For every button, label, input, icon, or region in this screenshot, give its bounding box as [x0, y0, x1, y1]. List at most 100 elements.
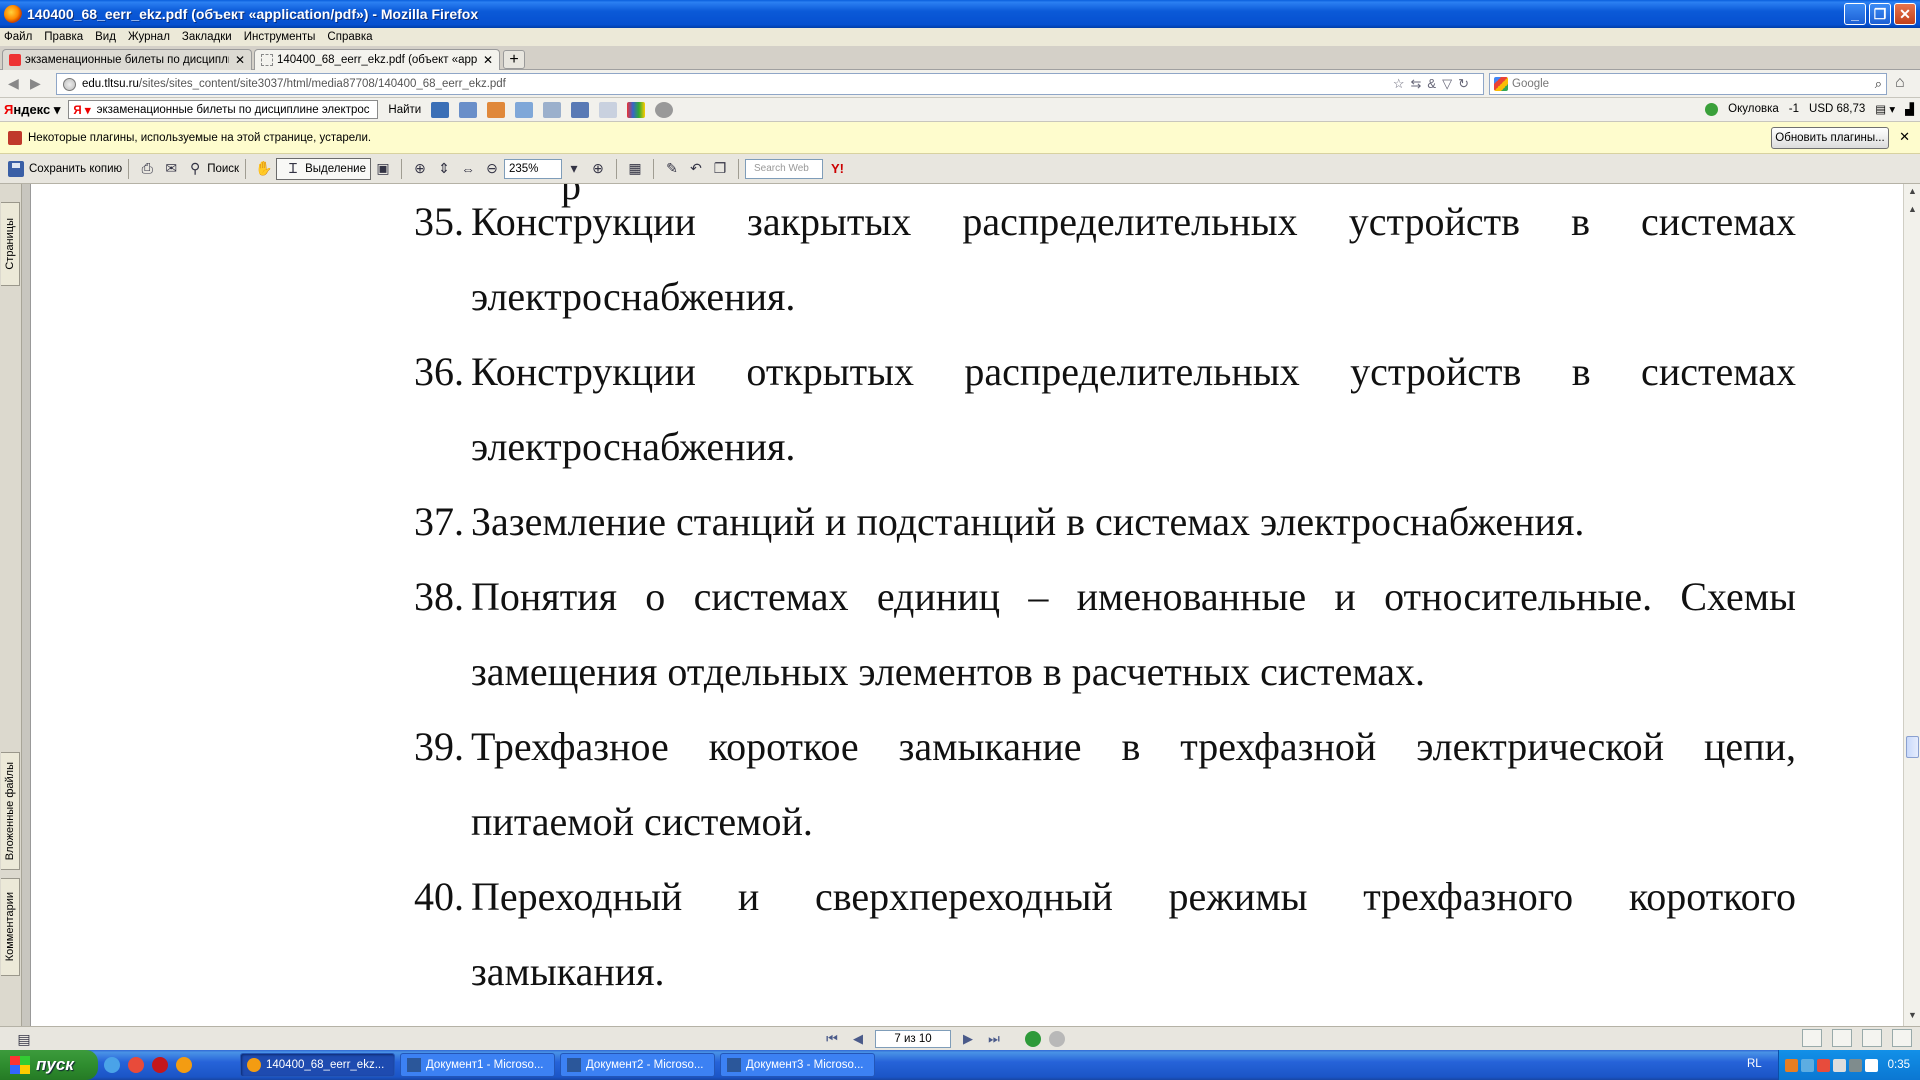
- select-tool-button[interactable]: Ɪ Выделение: [276, 157, 371, 180]
- address-bar[interactable]: edu.tltsu.ru /sites/sites_content/site30…: [56, 73, 1484, 95]
- zoom-in-tool-icon[interactable]: ⊕: [411, 160, 429, 178]
- bookmark-star-icon[interactable]: ☆: [1393, 76, 1411, 91]
- search-input[interactable]: Google ⌕: [1489, 73, 1887, 95]
- print-icon[interactable]: [543, 101, 562, 118]
- taskbar-item-word-3[interactable]: Документ3 - Microso...: [720, 1053, 875, 1077]
- fit-width-icon[interactable]: ⇔: [459, 160, 477, 178]
- language-indicator[interactable]: RL: [1747, 1058, 1762, 1070]
- apps-icon[interactable]: [627, 101, 646, 118]
- comments-panel-tab[interactable]: Комментарии: [1, 878, 20, 976]
- notice-close-icon[interactable]: ✕: [1899, 129, 1910, 145]
- attachments-panel-tab[interactable]: Вложенные файлы: [1, 752, 20, 870]
- save-copy-button[interactable]: Сохранить копию: [8, 160, 122, 177]
- weather-label[interactable]: -1: [1789, 103, 1799, 115]
- search-button[interactable]: Поиск: [207, 163, 239, 175]
- network-icon[interactable]: [571, 101, 590, 118]
- page-layout-icon[interactable]: ▦: [626, 160, 644, 178]
- previous-view-icon[interactable]: [1025, 1031, 1041, 1047]
- taskbar-item-word-1[interactable]: Документ1 - Microso...: [400, 1053, 555, 1077]
- tray-security-icon[interactable]: [1817, 1058, 1830, 1072]
- menu-file[interactable]: Файл: [4, 31, 32, 43]
- volume-icon[interactable]: [1833, 1058, 1846, 1072]
- fit-page-icon[interactable]: ⇕: [435, 160, 453, 178]
- location-label[interactable]: Окуловка: [1728, 103, 1779, 115]
- yandex-find-button[interactable]: Найти: [388, 104, 421, 116]
- tab-close-icon[interactable]: ✕: [235, 53, 245, 67]
- minimize-button[interactable]: _: [1844, 3, 1866, 25]
- page-size-icon[interactable]: ▤: [15, 1030, 33, 1048]
- spellcheck-icon[interactable]: [515, 101, 534, 118]
- binoculars-icon[interactable]: ⚲: [186, 160, 204, 178]
- tab-close-icon[interactable]: ✕: [483, 53, 493, 67]
- translate-icon[interactable]: ⇆: [1411, 76, 1428, 91]
- mail-icon[interactable]: [459, 101, 478, 118]
- snapshot-icon[interactable]: ▣: [374, 160, 392, 178]
- zoom-in-icon[interactable]: ⊕: [589, 160, 607, 178]
- page-number-field[interactable]: 7 из 10: [875, 1030, 951, 1048]
- panel-divider[interactable]: [22, 184, 30, 1026]
- dropdown-icon[interactable]: ▽: [1442, 76, 1458, 91]
- search-web-input[interactable]: Search Web: [745, 158, 823, 179]
- hand-tool-icon[interactable]: ✋: [255, 160, 273, 178]
- scroll-up-icon[interactable]: ▲: [1906, 186, 1919, 200]
- menu-view[interactable]: Вид: [95, 31, 116, 43]
- tab-pdf[interactable]: 140400_68_eerr_ekz.pdf (объект «appli...…: [254, 49, 500, 70]
- last-page-icon[interactable]: ⏭: [985, 1031, 1003, 1047]
- yandex-logo[interactable]: Яндекс ▾: [4, 102, 60, 118]
- search-icon[interactable]: ⌕: [1875, 76, 1882, 92]
- zoom-out-icon[interactable]: ⊖: [483, 160, 501, 178]
- back-icon[interactable]: ◀: [8, 75, 19, 92]
- bluetooth-icon[interactable]: [1865, 1058, 1878, 1072]
- next-page-icon[interactable]: ▶: [959, 1031, 977, 1047]
- scroll-down-icon[interactable]: ▼: [1906, 1010, 1919, 1024]
- chrome-icon[interactable]: [128, 1057, 144, 1073]
- forward-icon[interactable]: ▶: [30, 75, 41, 92]
- news-icon[interactable]: ▤ ▾: [1875, 102, 1895, 116]
- yahoo-icon[interactable]: Y!: [831, 161, 844, 176]
- translate-icon[interactable]: [431, 101, 450, 118]
- start-button[interactable]: пуск: [0, 1050, 98, 1080]
- status-icon[interactable]: [1705, 102, 1719, 116]
- taskbar-item-word-2[interactable]: Документ2 - Microso...: [560, 1053, 715, 1077]
- menu-edit[interactable]: Правка: [44, 31, 83, 43]
- settings-gear-icon[interactable]: [655, 101, 674, 118]
- single-page-icon[interactable]: [1802, 1029, 1822, 1047]
- maximize-button[interactable]: ❐: [1869, 3, 1891, 25]
- addon-icon[interactable]: [487, 101, 506, 118]
- tray-app-icon[interactable]: [1785, 1058, 1798, 1072]
- print-icon[interactable]: ⎙: [138, 160, 156, 178]
- menu-bookmarks[interactable]: Закладки: [182, 31, 232, 43]
- menu-tools[interactable]: Инструменты: [244, 31, 316, 43]
- taskbar-item-firefox[interactable]: 140400_68_eerr_ekz...: [240, 1053, 395, 1077]
- firefox-icon[interactable]: [176, 1057, 192, 1073]
- menu-history[interactable]: Журнал: [128, 31, 170, 43]
- ie-icon[interactable]: [104, 1057, 120, 1073]
- facing-icon[interactable]: [1862, 1029, 1882, 1047]
- menu-help[interactable]: Справка: [327, 31, 372, 43]
- vertical-scrollbar[interactable]: ▲ ▲ ▼: [1903, 184, 1920, 1026]
- continuous-facing-icon[interactable]: [1892, 1029, 1912, 1047]
- pages-panel-tab[interactable]: Страницы: [1, 202, 20, 286]
- scroll-up-icon[interactable]: ▲: [1906, 204, 1919, 218]
- feed-icon[interactable]: &: [1427, 76, 1442, 91]
- reload-icon[interactable]: ↻: [1458, 76, 1475, 91]
- tab-yandex-search[interactable]: экзаменационные билеты по дисципли... ✕: [2, 49, 252, 70]
- sign-icon[interactable]: ✎: [663, 160, 681, 178]
- new-tab-button[interactable]: +: [503, 50, 525, 69]
- signal-icon[interactable]: ▟: [1905, 102, 1914, 116]
- home-icon[interactable]: ⌂: [1895, 74, 1905, 92]
- chat-icon[interactable]: [599, 101, 618, 118]
- next-view-icon[interactable]: [1049, 1031, 1065, 1047]
- currency-label[interactable]: USD 68,73: [1809, 103, 1865, 115]
- close-button[interactable]: ✕: [1894, 3, 1916, 25]
- zoom-level-field[interactable]: 235%: [504, 158, 562, 179]
- opera-icon[interactable]: [152, 1057, 168, 1073]
- previous-page-icon[interactable]: ◀: [849, 1031, 867, 1047]
- tray-network-icon[interactable]: [1801, 1058, 1814, 1072]
- update-plugins-button[interactable]: Обновить плагины...: [1771, 127, 1889, 149]
- zoom-dropdown-icon[interactable]: ▾: [565, 160, 583, 178]
- undo-icon[interactable]: ↶: [687, 160, 705, 178]
- tray-misc-icon[interactable]: [1849, 1058, 1862, 1072]
- first-page-icon[interactable]: ⏮: [823, 1031, 841, 1047]
- yandex-search-input[interactable]: Я ▾ экзаменационные билеты по дисциплине…: [68, 100, 379, 119]
